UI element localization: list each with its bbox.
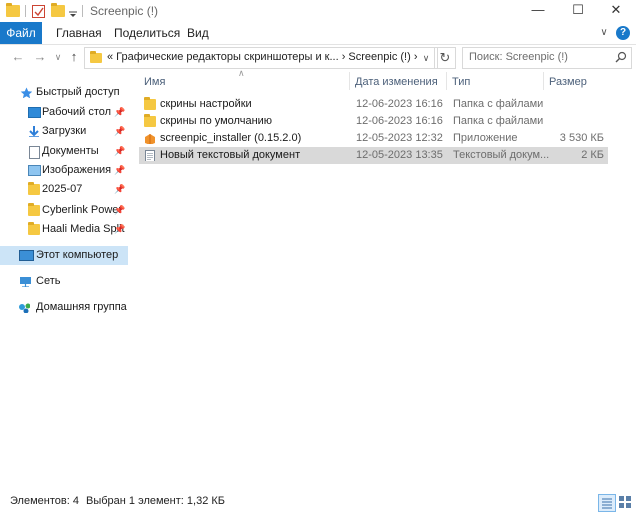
- nav-item-downloads[interactable]: Загрузки 📌: [0, 122, 128, 141]
- nav-item-this-pc[interactable]: Этот компьютер: [0, 246, 128, 265]
- table-row[interactable]: скрины настройки 12-06-2023 16:16 Папка …: [139, 96, 608, 113]
- address-path[interactable]: « Графические редакторы скриншотеры и к.…: [107, 51, 418, 63]
- nav-item-homegroup[interactable]: Домашняя группа: [0, 298, 128, 317]
- pin-icon[interactable]: 📌: [114, 142, 125, 161]
- column-header-date[interactable]: Дата изменения: [355, 74, 438, 90]
- nav-item-pictures[interactable]: Изображения 📌: [0, 161, 128, 180]
- file-name: скрины по умолчанию: [160, 115, 273, 127]
- file-date: 12-05-2023 12:32: [356, 132, 443, 144]
- column-divider[interactable]: [446, 72, 447, 90]
- computer-icon: [19, 250, 34, 261]
- pin-icon[interactable]: 📌: [114, 122, 125, 141]
- status-bar: Элементов: 4 Выбран 1 элемент: 1,32 КБ: [0, 492, 636, 512]
- nav-item-documents[interactable]: Документы 📌: [0, 142, 128, 161]
- pin-icon[interactable]: 📌: [114, 161, 125, 180]
- table-row[interactable]: скрины по умолчанию 12-06-2023 16:16 Пап…: [139, 113, 608, 130]
- column-header-row: ∧ Имя Дата изменения Тип Размер: [128, 68, 636, 92]
- file-name: скрины настройки: [160, 98, 252, 110]
- column-header-type[interactable]: Тип: [452, 74, 470, 90]
- folder-icon: [28, 182, 40, 195]
- nav-item-desktop[interactable]: Рабочий стол 📌: [0, 103, 128, 122]
- search-icon: [615, 51, 627, 63]
- file-size: 3 530 КБ: [559, 132, 604, 144]
- back-button[interactable]: ←: [10, 48, 26, 66]
- details-view-icon[interactable]: [598, 494, 616, 512]
- window-title: Screenpic (!): [90, 4, 159, 18]
- sort-indicator-icon: ∧: [238, 68, 245, 78]
- nav-item-quick-access[interactable]: Быстрый доступ: [0, 83, 128, 102]
- help-icon[interactable]: ?: [616, 26, 630, 40]
- maximize-button[interactable]: ☐: [558, 0, 598, 22]
- pin-icon[interactable]: 📌: [114, 103, 125, 122]
- folder-icon: [28, 222, 40, 235]
- customize-quick-access-icon[interactable]: [69, 7, 77, 17]
- pictures-icon: [28, 165, 41, 176]
- tab-view[interactable]: Вид: [187, 22, 209, 44]
- column-header-name[interactable]: Имя: [144, 74, 165, 90]
- new-folder-icon[interactable]: [51, 3, 65, 17]
- file-type: Папка с файлами: [453, 98, 544, 110]
- recent-locations-button[interactable]: ∨: [50, 48, 66, 66]
- file-date: 12-06-2023 16:16: [356, 115, 443, 127]
- tab-share[interactable]: Поделиться: [114, 22, 180, 44]
- folder-icon: [28, 203, 40, 216]
- forward-button[interactable]: →: [32, 48, 48, 66]
- address-bar[interactable]: « Графические редакторы скриншотеры и к.…: [84, 47, 438, 69]
- file-type: Приложение: [453, 132, 518, 144]
- search-placeholder: Поиск: Screenpic (!): [469, 51, 568, 63]
- homegroup-icon: [19, 303, 30, 313]
- tab-file[interactable]: Файл: [0, 22, 42, 44]
- chevron-down-icon[interactable]: ∨: [597, 26, 611, 40]
- close-button[interactable]: ✕: [596, 0, 636, 22]
- column-divider[interactable]: [349, 72, 350, 90]
- title-bar: Screenpic (!) — ☐ ✕: [0, 0, 636, 22]
- file-date: 12-06-2023 16:16: [356, 98, 443, 110]
- file-date: 12-05-2023 13:35: [356, 149, 443, 161]
- file-name: screenpic_installer (0.15.2.0): [160, 132, 302, 144]
- large-icons-view-icon[interactable]: [617, 494, 633, 510]
- download-icon: [29, 126, 39, 137]
- column-divider[interactable]: [543, 72, 544, 90]
- minimize-button[interactable]: —: [518, 0, 558, 22]
- pin-icon[interactable]: 📌: [114, 201, 125, 220]
- desktop-icon: [28, 107, 41, 118]
- network-icon: [20, 277, 31, 287]
- installer-icon: [145, 134, 155, 144]
- address-dropdown-button[interactable]: ∨: [418, 47, 435, 69]
- pin-icon[interactable]: 📌: [114, 180, 125, 199]
- folder-icon: [90, 51, 102, 63]
- properties-icon[interactable]: [32, 5, 45, 18]
- pin-icon[interactable]: 📌: [114, 220, 125, 239]
- navigation-pane: Быстрый доступ Рабочий стол 📌 Загрузки 📌…: [0, 72, 128, 482]
- refresh-button[interactable]: ↻: [434, 47, 456, 69]
- column-header-size[interactable]: Размер: [549, 74, 587, 90]
- documents-icon: [29, 146, 40, 159]
- tab-home[interactable]: Главная: [56, 22, 102, 44]
- folder-icon: [6, 3, 20, 17]
- file-type: Текстовый докум...: [453, 149, 550, 161]
- folder-icon: [144, 114, 156, 127]
- text-file-icon: [145, 150, 155, 161]
- file-name: Новый текстовый документ: [160, 149, 301, 161]
- divider: [25, 5, 26, 17]
- file-type: Папка с файлами: [453, 115, 544, 127]
- table-row[interactable]: Новый текстовый документ 12-05-2023 13:3…: [139, 147, 608, 164]
- selection-info: Выбран 1 элемент: 1,32 КБ: [86, 495, 225, 507]
- nav-item-haali[interactable]: Haali Media Split 📌: [0, 220, 128, 239]
- up-button[interactable]: ↑: [66, 48, 82, 66]
- nav-item-2025-07[interactable]: 2025-07 📌: [0, 180, 128, 199]
- file-size: 2 КБ: [581, 149, 604, 161]
- folder-icon: [144, 97, 156, 110]
- nav-item-network[interactable]: Сеть: [0, 272, 128, 291]
- nav-item-cyberlink[interactable]: Cyberlink Power 📌: [0, 201, 128, 220]
- table-row[interactable]: screenpic_installer (0.15.2.0) 12-05-202…: [139, 130, 608, 147]
- search-input[interactable]: Поиск: Screenpic (!): [462, 47, 632, 69]
- navigation-bar: ← → ∨ ↑ « Графические редакторы скриншот…: [0, 44, 636, 70]
- star-icon: [20, 87, 32, 98]
- ribbon-tabs: Файл Главная Поделиться Вид ∨ ?: [0, 22, 636, 45]
- divider: [82, 5, 83, 17]
- item-count: Элементов: 4: [10, 495, 79, 507]
